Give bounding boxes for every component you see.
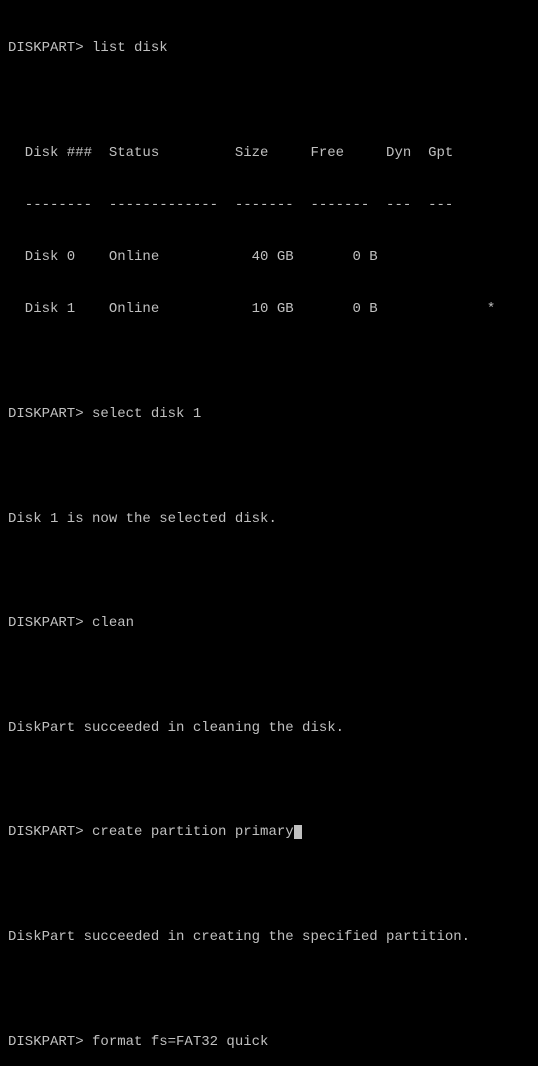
terminal-line-18: DiskPart succeeded in creating the speci… bbox=[8, 927, 530, 947]
terminal-line-9 bbox=[8, 456, 530, 476]
terminal-line-13 bbox=[8, 666, 530, 686]
terminal-line-11 bbox=[8, 561, 530, 581]
terminal-text-create: DISKPART> create partition primary bbox=[8, 824, 294, 840]
terminal-line-5: Disk 0 Online 40 GB 0 B bbox=[8, 247, 530, 267]
terminal-line-4: -------- ------------- ------- ------- -… bbox=[8, 195, 530, 215]
terminal-window[interactable]: DISKPART> list disk Disk ### Status Size… bbox=[0, 0, 538, 533]
terminal-line-15 bbox=[8, 770, 530, 790]
terminal-line-7 bbox=[8, 352, 530, 372]
terminal-line-6: Disk 1 Online 10 GB 0 B * bbox=[8, 299, 530, 319]
terminal-line-19 bbox=[8, 979, 530, 999]
terminal-line-10: Disk 1 is now the selected disk. bbox=[8, 509, 530, 529]
terminal-line-17 bbox=[8, 875, 530, 895]
terminal-cursor bbox=[294, 825, 302, 839]
terminal-line-8: DISKPART> select disk 1 bbox=[8, 404, 530, 424]
terminal-line-16: DISKPART> create partition primary bbox=[8, 822, 530, 842]
terminal-line-3: Disk ### Status Size Free Dyn Gpt bbox=[8, 143, 530, 163]
terminal-line-1: DISKPART> list disk bbox=[8, 38, 530, 58]
terminal-line-14: DiskPart succeeded in cleaning the disk. bbox=[8, 718, 530, 738]
terminal-line-20: DISKPART> format fs=FAT32 quick bbox=[8, 1032, 530, 1052]
terminal-line-2 bbox=[8, 90, 530, 110]
terminal-line-12: DISKPART> clean bbox=[8, 613, 530, 633]
